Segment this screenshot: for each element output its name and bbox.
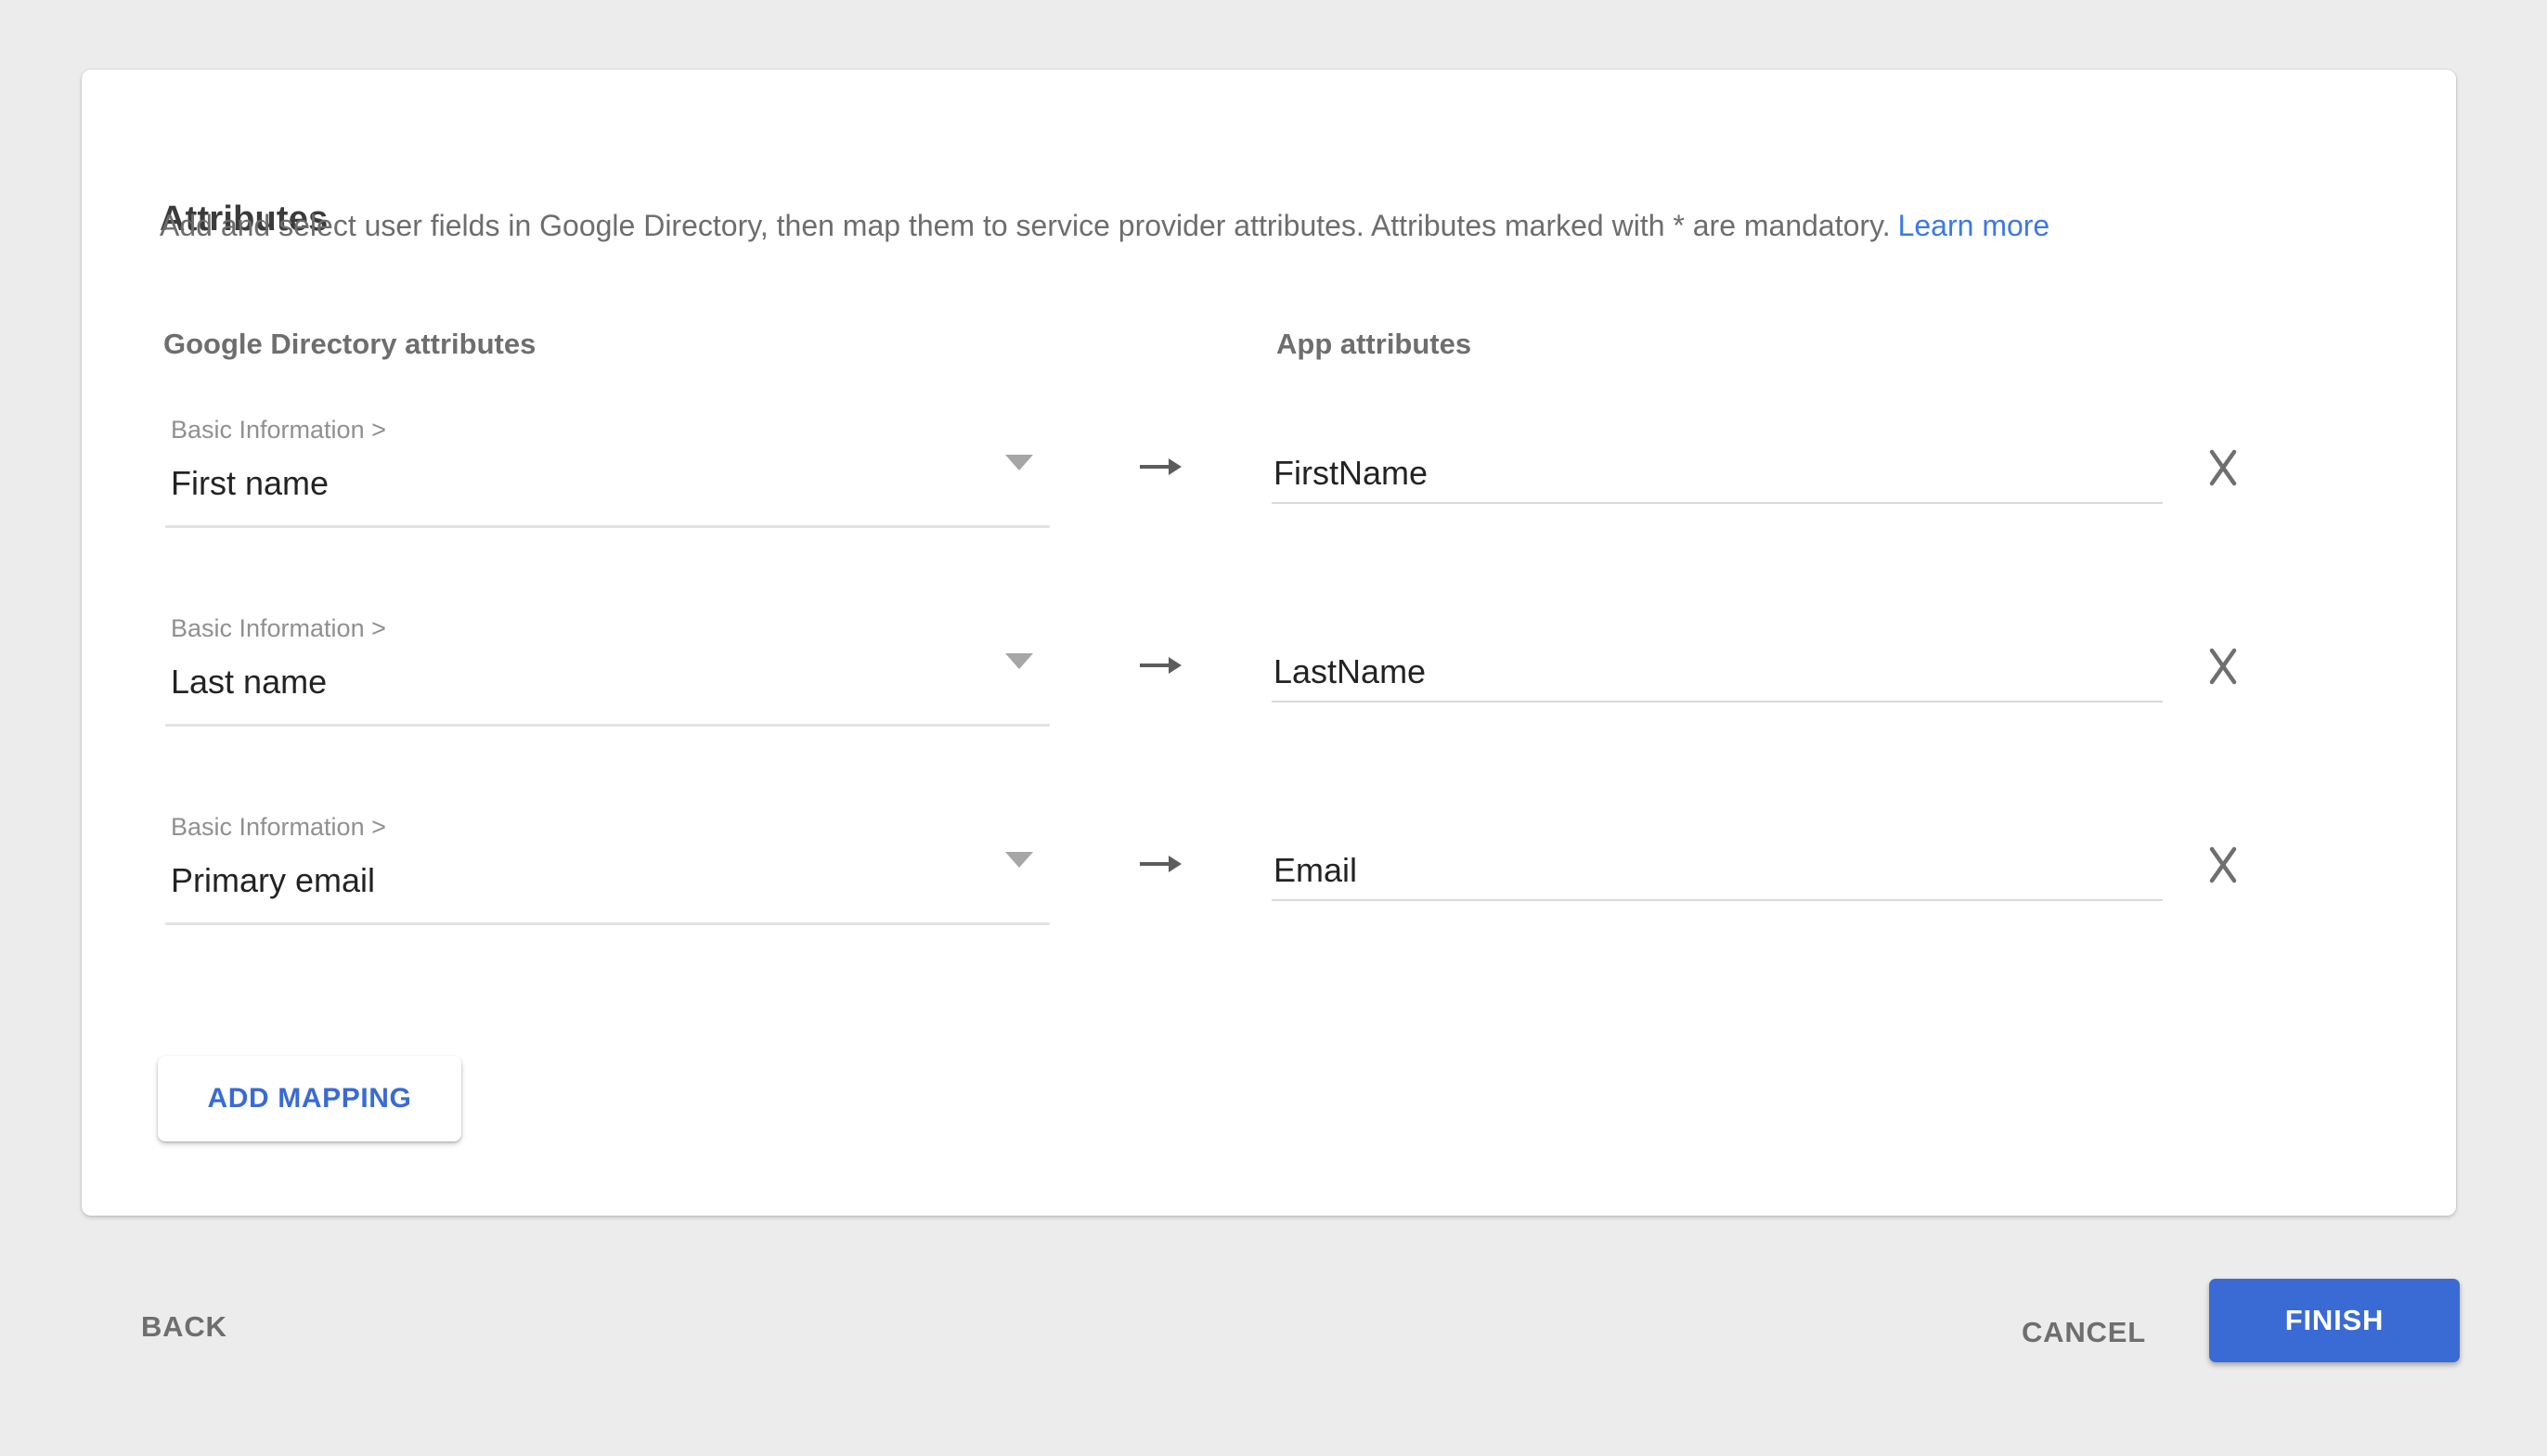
input-underline [1272, 502, 2163, 504]
mapping-row: Basic Information > Primary email Email [82, 813, 2456, 971]
mapping-row: Basic Information > Last name LastName [82, 614, 2456, 772]
close-icon[interactable] [2204, 845, 2242, 884]
cancel-button[interactable]: CANCEL [2022, 1316, 2146, 1349]
attribute-category-label: Basic Information > [171, 813, 386, 842]
input-underline [1272, 701, 2163, 702]
directory-attribute-value: First name [171, 464, 329, 503]
dropdown-underline [165, 922, 1050, 925]
input-underline [1272, 899, 2163, 901]
caret-down-icon [1005, 653, 1033, 669]
dropdown-underline [165, 525, 1050, 528]
attributes-card: Attributes Add and select user fields in… [82, 70, 2456, 1216]
directory-attribute-value: Primary email [171, 861, 375, 900]
caret-down-icon [1005, 852, 1033, 868]
attribute-category-label: Basic Information > [171, 416, 386, 445]
google-directory-attributes-header: Google Directory attributes [163, 328, 536, 361]
mapping-row: Basic Information > First name FirstName [82, 416, 2456, 573]
back-button[interactable]: BACK [141, 1310, 227, 1344]
app-attribute-value: LastName [1274, 652, 1426, 691]
attribute-category-label: Basic Information > [171, 614, 386, 643]
right-arrow-icon [1140, 458, 1183, 475]
caret-down-icon [1005, 455, 1033, 470]
description: Add and select user fields in Google Dir… [160, 209, 2049, 243]
finish-button[interactable]: FINISH [2209, 1279, 2460, 1362]
app-attribute-value: Email [1274, 851, 1357, 890]
app-attributes-header: App attributes [1276, 328, 1471, 361]
right-arrow-icon [1140, 856, 1183, 872]
directory-attribute-value: Last name [171, 663, 327, 702]
page-background: Attributes Add and select user fields in… [0, 0, 2547, 1456]
close-icon[interactable] [2204, 647, 2242, 686]
right-arrow-icon [1140, 657, 1183, 674]
description-text: Add and select user fields in Google Dir… [160, 209, 1891, 242]
app-attribute-value: FirstName [1274, 454, 1428, 493]
add-mapping-button[interactable]: ADD MAPPING [158, 1056, 461, 1141]
dropdown-underline [165, 724, 1050, 727]
learn-more-link[interactable]: Learn more [1898, 209, 2050, 242]
close-icon[interactable] [2204, 448, 2242, 487]
